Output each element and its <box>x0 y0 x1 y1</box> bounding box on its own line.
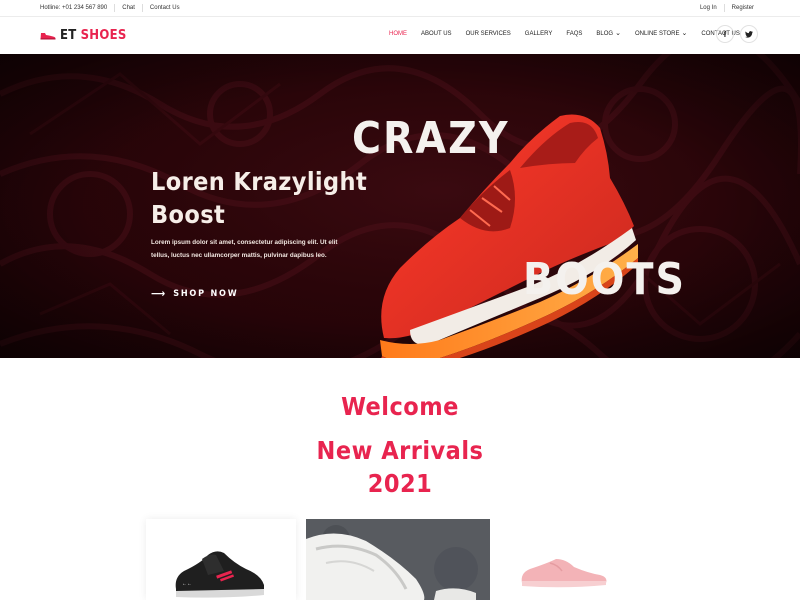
welcome-heading: Welcome <box>341 392 459 421</box>
top-bar-right: Log In Register <box>693 0 754 16</box>
facebook-button[interactable]: f <box>716 25 734 43</box>
product-card-pink-sneaker[interactable] <box>500 519 650 600</box>
nav-item-label: HOME <box>389 31 407 37</box>
nav-item-label: ABOUT US <box>421 31 452 37</box>
hotline-text: Hotline: +01 234 567 890 <box>40 5 108 11</box>
hero-word-boots: BOOTS <box>523 254 686 305</box>
nav-item-gallery[interactable]: GALLERY <box>525 31 553 37</box>
shop-now-button[interactable]: ⟶ SHOP NOW <box>151 287 238 300</box>
nav-item-home[interactable]: HOME <box>389 31 407 37</box>
shoe-logo-icon <box>40 33 56 40</box>
new-arrivals-year: 2021 <box>367 469 433 498</box>
hero-title: Loren Krazylight Boost <box>151 165 381 231</box>
chat-link[interactable]: Chat <box>114 4 142 12</box>
hero-title-line: Boost <box>151 200 226 229</box>
top-bar: Hotline: +01 234 567 890 Chat Contact Us… <box>0 0 800 17</box>
site-logo[interactable]: ET SHOES <box>40 28 127 43</box>
new-arrivals-heading: New Arrivals 2021 <box>0 434 800 500</box>
nav-item-about-us[interactable]: ABOUT US <box>421 31 452 37</box>
nav-item-faqs[interactable]: FAQS <box>566 31 582 37</box>
nav-item-label: BLOG <box>596 31 614 37</box>
hero-description-line: tellus, luctus nec ullamcorper mattis, p… <box>151 251 327 259</box>
login-link[interactable]: Log In <box>693 4 724 12</box>
main-nav: HOME ABOUT US OUR SERVICES GALLERY FAQS … <box>389 30 754 37</box>
chevron-down-icon: ⌄ <box>615 30 621 37</box>
nav-item-online-store[interactable]: ONLINE STORE ⌄ <box>634 30 688 37</box>
svg-text:←←: ←← <box>182 581 192 587</box>
nav-item-label: FAQS <box>566 31 583 37</box>
twitter-button[interactable] <box>740 25 758 43</box>
product-card-white-sneaker[interactable] <box>306 519 490 600</box>
social-links: f <box>710 25 758 43</box>
facebook-icon: f <box>723 29 727 39</box>
register-link[interactable]: Register <box>723 4 754 12</box>
logo-name: SHOES <box>80 28 127 43</box>
arrow-right-icon: ⟶ <box>151 287 166 300</box>
hero-description: Lorem ipsum dolor sit amet, consectetur … <box>151 237 351 262</box>
hero-description-line: Lorem ipsum dolor sit amet, consectetur … <box>151 239 338 246</box>
nav-item-label: OUR SERVICES <box>465 31 511 37</box>
hero-banner: CRAZY BOOTS Loren Krazylight Boost Lorem… <box>0 54 800 358</box>
contact-link[interactable]: Contact Us <box>141 4 187 12</box>
shop-now-label: SHOP NOW <box>173 288 239 299</box>
top-bar-left: Hotline: +01 234 567 890 Chat Contact Us <box>40 0 187 16</box>
site-header: ET SHOES HOME ABOUT US OUR SERVICES GALL… <box>0 17 800 54</box>
pink-sneaker-image <box>521 559 607 588</box>
hero-title-line: Loren Krazylight <box>151 167 368 196</box>
product-card-black-sneaker[interactable]: ←← <box>146 519 296 600</box>
twitter-icon <box>745 30 753 38</box>
nav-item-label: GALLERY <box>524 31 553 37</box>
nav-item-label: ONLINE STORE <box>634 31 680 37</box>
logo-prefix: ET <box>60 28 77 43</box>
new-arrivals-line: New Arrivals <box>316 436 484 465</box>
basketball-shoe-image <box>380 114 638 358</box>
black-sneaker-image: ←← <box>175 551 264 598</box>
chevron-down-icon: ⌄ <box>681 30 688 37</box>
nav-item-our-services[interactable]: OUR SERVICES <box>466 31 511 37</box>
white-sneaker-image <box>306 519 490 600</box>
nav-item-blog[interactable]: BLOG ⌄ <box>596 30 621 37</box>
